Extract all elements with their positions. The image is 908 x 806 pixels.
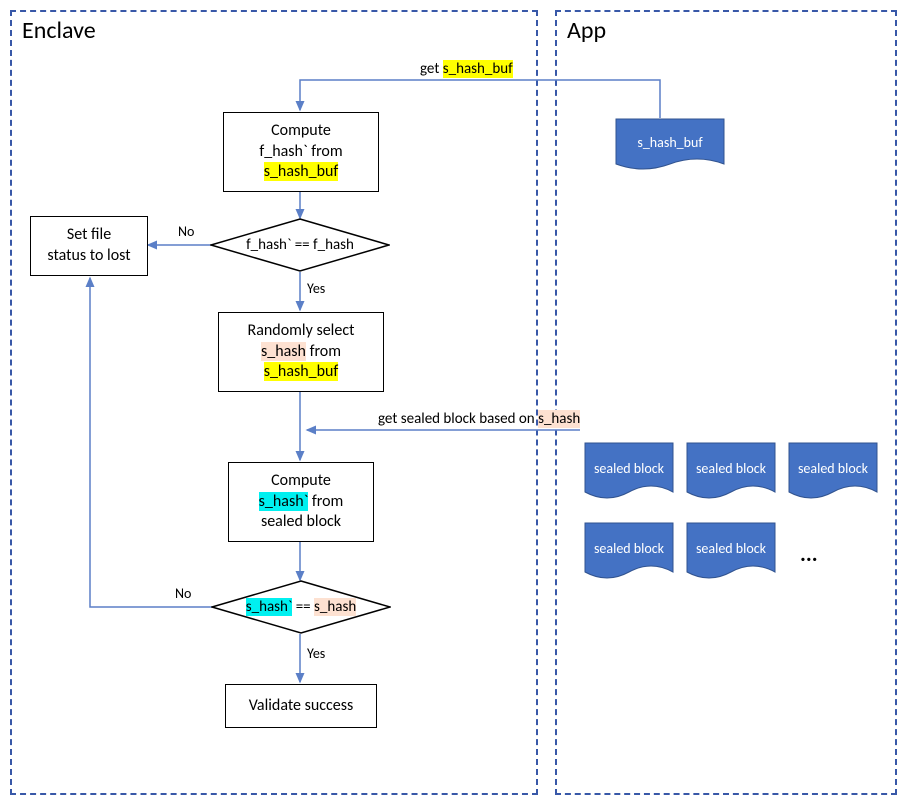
random-select-l2: s_hash — [261, 342, 306, 361]
decision1-a: f_hash` — [246, 236, 291, 254]
get-sealed-label: get sealed block based on s_hash — [378, 410, 580, 428]
get-shashbuf-b: s_hash_buf — [443, 60, 513, 78]
sealed-block-2-text: sealed block — [686, 442, 776, 496]
sealed-block-5: sealed block — [686, 522, 776, 586]
random-select-box: Randomly select s_hash from s_hash_buf — [218, 312, 384, 392]
set-lost-l1: Set file — [67, 225, 111, 246]
compute-fhash-box: Compute f_hash` from s_hash_buf — [223, 112, 379, 192]
compute-shash-box: Compute s_hash` from sealed block — [228, 462, 374, 542]
validate-success-text: Validate success — [249, 696, 354, 717]
random-select-l1: Randomly select — [248, 321, 355, 342]
shashbuf-doc-text: s_hash_buf — [615, 118, 725, 168]
decision2-no-label: No — [175, 585, 191, 602]
decision2-yes-label: Yes — [307, 645, 325, 662]
sealed-block-5-text: sealed block — [686, 522, 776, 576]
enclave-title: Enclave — [22, 16, 96, 45]
compute-fhash-line1: Compute — [271, 121, 331, 142]
sealed-block-4: sealed block — [584, 522, 674, 586]
set-lost-l2: status to lost — [47, 246, 130, 267]
compute-shash-l2b: from — [308, 492, 343, 511]
validate-success-box: Validate success — [225, 684, 377, 728]
get-shashbuf-label: get s_hash_buf — [420, 60, 513, 78]
set-lost-box: Set file status to lost — [30, 216, 148, 276]
app-container — [555, 10, 897, 795]
sealed-block-3-text: sealed block — [788, 442, 878, 496]
app-title: App — [567, 16, 606, 45]
sealed-block-1-text: sealed block — [584, 442, 674, 496]
decision1-no-label: No — [178, 223, 194, 240]
compute-shash-l3: sealed block — [261, 512, 341, 533]
compute-shash-l1: Compute — [271, 471, 331, 492]
ellipsis: ... — [800, 540, 818, 567]
decision1-b: == f_hash — [291, 236, 354, 254]
decision2-c: s_hash — [314, 598, 356, 616]
get-shashbuf-a: get — [420, 60, 443, 78]
get-sealed-a: get sealed block based on — [378, 410, 538, 428]
random-select-l2b: from — [306, 342, 341, 361]
get-sealed-b: s_hash — [538, 410, 580, 428]
decision-shash: s_hash` == s_hash — [211, 580, 391, 634]
decision2-b: == — [292, 598, 314, 616]
decision2-a: s_hash` — [246, 598, 293, 616]
compute-shash-l2: s_hash` — [259, 492, 309, 511]
sealed-block-1: sealed block — [584, 442, 674, 506]
random-select-l3: s_hash_buf — [264, 362, 339, 381]
sealed-block-2: sealed block — [686, 442, 776, 506]
shashbuf-doc: s_hash_buf — [615, 118, 725, 178]
sealed-block-3: sealed block — [788, 442, 878, 506]
decision1-yes-label: Yes — [307, 280, 325, 297]
compute-fhash-line2a: f_hash` from — [259, 142, 342, 163]
decision-fhash: f_hash` == f_hash — [210, 218, 390, 272]
sealed-block-4-text: sealed block — [584, 522, 674, 576]
compute-fhash-line2b: s_hash_buf — [264, 162, 339, 181]
